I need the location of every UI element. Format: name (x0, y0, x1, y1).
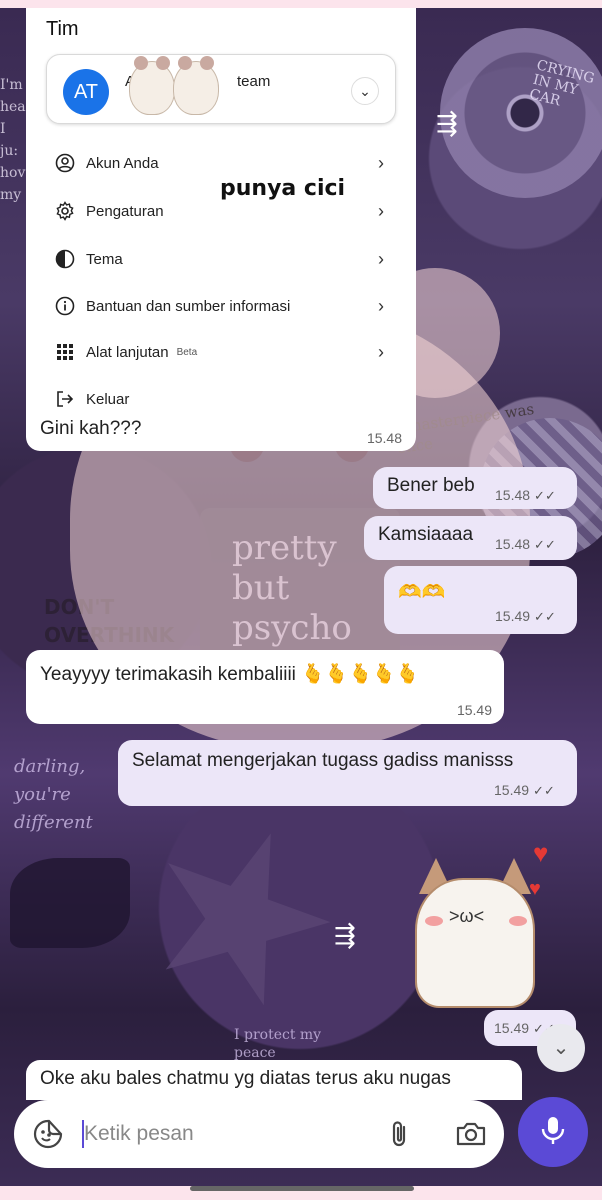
message-input[interactable]: Ketik pesan (84, 1122, 194, 1146)
cat-sticker[interactable]: >ω< ♥ ♥ (405, 838, 548, 1008)
home-indicator (190, 1186, 414, 1191)
message-time: 15.49 (456, 702, 492, 718)
bg-text-darling: darling, you're different (14, 756, 93, 833)
message-time: 15.48 (495, 536, 531, 552)
message-time: 15.48 (495, 487, 531, 503)
read-ticks-icon: ✓✓ (534, 609, 556, 624)
heart-icon: ♥ (533, 838, 549, 868)
beta-badge: Beta (176, 346, 198, 358)
account-team-label: team (237, 73, 271, 90)
message-incoming[interactable]: Gini kah??? 15.48 (26, 412, 416, 452)
bear-sticker-mini (173, 56, 219, 115)
account-card[interactable]: AT A team ⌄ (46, 54, 396, 124)
chevron-down-icon[interactable]: ⌄ (351, 77, 379, 105)
chevron-right-icon: › (378, 200, 384, 221)
message-text: Oke aku bales chatmu yg diatas terus aku… (40, 1068, 451, 1089)
camera-icon[interactable] (454, 1118, 488, 1150)
voice-message-button[interactable] (518, 1097, 588, 1167)
bg-text-pretty: pretty but psycho (232, 528, 352, 648)
microphone-icon (540, 1115, 566, 1150)
forward-icon[interactable]: ⇶ (436, 108, 472, 138)
message-outgoing[interactable]: Kamsiaaaa 15.48 ✓✓ (364, 516, 577, 560)
message-time: 15.49 (495, 608, 531, 624)
menu-item-alat-lanjutan[interactable]: Alat lanjutan Beta › (54, 337, 384, 367)
scroll-down-button[interactable]: ⌄ (537, 1024, 585, 1072)
sticker-icon[interactable] (32, 1118, 64, 1150)
menu-item-label: Bantuan dan sumber informasi (86, 297, 291, 315)
star-decoration (125, 803, 356, 1034)
bear-sticker-mini (129, 56, 175, 115)
bow-decoration (10, 858, 130, 948)
cat-face: >ω< (449, 906, 485, 926)
menu-item-label: Akun Anda (86, 154, 159, 172)
chevron-right-icon: › (378, 248, 384, 269)
read-ticks-icon: ✓✓ (534, 488, 556, 503)
menu-item-label: Pengaturan (86, 202, 164, 220)
gear-icon (54, 200, 76, 222)
menu-item-label: Tema (86, 250, 123, 268)
bg-text-protect: I protect my peace (234, 1027, 322, 1061)
menu-item-bantuan[interactable]: Bantuan dan sumber informasi › (54, 291, 384, 321)
read-ticks-icon: ✓✓ (533, 783, 555, 798)
message-time: 15.49 (494, 782, 530, 798)
message-incoming[interactable]: Oke aku bales chatmu yg diatas terus aku… (26, 1060, 522, 1100)
bg-text-dont: DON'T OVERTHINK (44, 595, 175, 647)
message-text: Selamat mengerjakan tugass gadiss maniss… (132, 750, 514, 771)
message-outgoing[interactable]: Bener beb 15.48 ✓✓ (373, 467, 577, 509)
read-ticks-icon: ✓✓ (534, 537, 556, 552)
menu-item-pengaturan[interactable]: Pengaturan › (54, 196, 384, 226)
menu-item-keluar[interactable]: Keluar (54, 384, 384, 414)
avatar: AT (63, 69, 109, 115)
logout-icon (54, 388, 76, 410)
bg-text-side: I'm hea I ju: hov my (0, 77, 26, 203)
heart-icon: ♥ (529, 878, 541, 900)
message-text: Kamsiaaaa (378, 524, 474, 545)
menu-item-akun[interactable]: Akun Anda › (54, 148, 384, 178)
menu-title: Tim (46, 18, 79, 40)
message-outgoing[interactable]: Selamat mengerjakan tugass gadiss maniss… (118, 740, 577, 806)
attach-icon[interactable] (384, 1118, 416, 1150)
menu-item-label: Keluar (86, 390, 130, 408)
message-text: Bener beb (387, 475, 475, 496)
half-circle-theme-icon (54, 248, 76, 270)
team-menu-panel: Tim AT A team ⌄ punya cici Akun Anda › P… (26, 8, 416, 451)
message-input-bar: Ketik pesan (14, 1100, 504, 1168)
message-outgoing[interactable]: 🫶🫶 15.49 ✓✓ (384, 566, 577, 634)
chevron-right-icon: › (378, 152, 384, 173)
message-text: 🫶🫶 (398, 582, 446, 603)
forward-icon[interactable]: ⇶ (334, 920, 370, 950)
grid-icon (54, 341, 76, 363)
menu-item-tema[interactable]: Tema › (54, 244, 384, 274)
chevron-right-icon: › (378, 295, 384, 316)
message-text: Yeayyyy terimakasih kembaliiii 🫰🫰🫰🫰🫰 (40, 664, 420, 685)
menu-item-label: Alat lanjutan (86, 343, 169, 361)
message-text: Gini kah??? (40, 418, 142, 439)
user-circle-icon (54, 152, 76, 174)
info-icon (54, 295, 76, 317)
message-time: 15.49 (494, 1020, 530, 1036)
chevron-right-icon: › (378, 341, 384, 362)
message-incoming[interactable]: Yeayyyy terimakasih kembaliiii 🫰🫰🫰🫰🫰 15.… (26, 650, 504, 724)
message-time: 15.48 (366, 430, 402, 446)
